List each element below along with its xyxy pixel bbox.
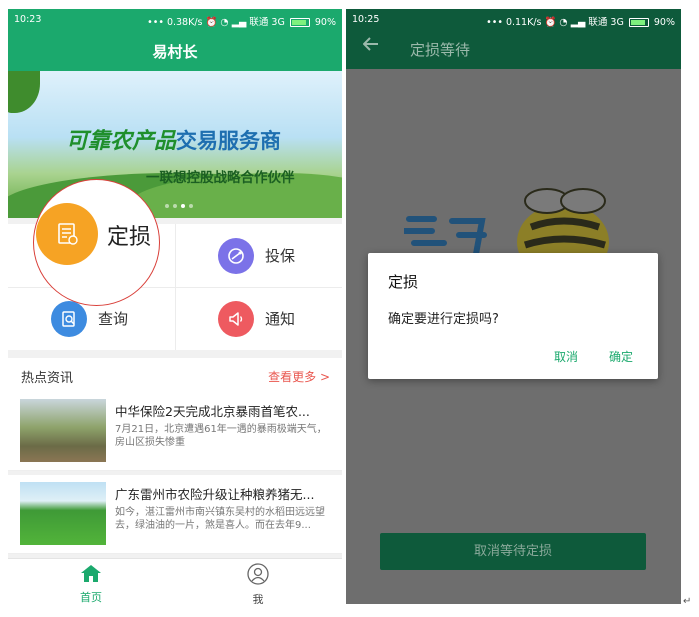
menu-insure-label: 投保 xyxy=(265,247,296,265)
signal-icon: ▂▄ xyxy=(570,17,586,28)
cancel-waiting-button[interactable]: 取消等待定损 xyxy=(380,533,646,570)
menu-insure[interactable]: 投保 xyxy=(218,224,295,287)
status-icons: ••• 0.11K/s ⏰ ◔ ▂▄ 联通 3G 90% xyxy=(486,14,675,28)
status-bar: 10:23 ••• 0.38K/s ⏰ ◔ ▂▄ 联通 3G 90% xyxy=(8,9,342,31)
menu-query-label: 查询 xyxy=(98,310,129,328)
splash-decoration xyxy=(404,216,487,257)
battery-icon xyxy=(289,18,310,27)
signal-icon: ▂▄ xyxy=(231,17,247,28)
app-header: 10:23 ••• 0.38K/s ⏰ ◔ ▂▄ 联通 3G 90% 易村长 xyxy=(8,9,342,71)
news-more-link[interactable]: 查看更多 > xyxy=(268,368,330,385)
network-speed: ••• 0.38K/s xyxy=(147,17,203,28)
news-thumbnail xyxy=(20,399,106,462)
tab-me[interactable]: 我 xyxy=(228,563,288,604)
dialog-cancel-button[interactable]: 取消 xyxy=(554,348,578,365)
news-thumbnail xyxy=(20,482,106,545)
status-time: 10:25 xyxy=(352,14,380,25)
battery-percent: 90% xyxy=(314,17,336,28)
confirm-dialog: 定损 确定要进行定损吗? 取消 确定 xyxy=(368,253,658,379)
bottom-tab-bar: 首页 我 xyxy=(8,558,342,604)
status-time: 10:23 xyxy=(14,14,42,25)
home-icon xyxy=(81,565,101,582)
dialog-confirm-button[interactable]: 确定 xyxy=(609,348,633,365)
tab-home[interactable]: 首页 xyxy=(61,563,121,604)
app-title: 易村长 xyxy=(152,43,198,61)
status-icons: ••• 0.38K/s ⏰ ◔ ▂▄ 联通 3G 90% xyxy=(147,14,336,28)
news-title: 中华保险2天完成北京暴雨首笔农... xyxy=(115,404,310,419)
return-mark: ↵ xyxy=(683,596,692,607)
news-item[interactable]: 广东雷州市农险升级让种粮养猪无... 如今，湛江雷州市南兴镇东吴村的水稻田远远望… xyxy=(8,475,342,554)
dialog-title: 定损 xyxy=(388,273,419,291)
news-section-title: 热点资讯 xyxy=(21,371,74,386)
status-bar: 10:25 ••• 0.11K/s ⏰ ◔ ▂▄ 联通 3G 90% xyxy=(346,9,681,31)
page-title: 定损等待 xyxy=(410,41,471,59)
tab-home-label: 首页 xyxy=(80,591,102,604)
wifi-icon: ◔ xyxy=(559,17,568,28)
query-icon xyxy=(51,300,87,337)
loss-document-icon xyxy=(36,203,98,265)
tab-me-label: 我 xyxy=(252,593,264,604)
news-item[interactable]: 中华保险2天完成北京暴雨首笔农... 7月21日，北京遭遇61年一遇的暴雨极端天… xyxy=(8,392,342,471)
battery-icon xyxy=(628,18,649,27)
carrier-label: 联通 3G xyxy=(588,17,624,28)
banner-slogan-green: 可靠农产品 xyxy=(66,129,177,154)
user-icon xyxy=(247,563,269,585)
dialog-message: 确定要进行定损吗? xyxy=(388,312,499,327)
menu-notice[interactable]: 通知 xyxy=(218,287,295,350)
news-title: 广东雷州市农险升级让种粮养猪无... xyxy=(115,487,315,502)
insure-icon xyxy=(218,237,254,274)
left-phone-screen: 10:23 ••• 0.38K/s ⏰ ◔ ▂▄ 联通 3G 90% 易村长 可… xyxy=(8,9,342,604)
wifi-icon: ◔ xyxy=(220,17,229,28)
back-arrow-icon[interactable] xyxy=(362,36,379,55)
speaker-icon xyxy=(218,300,254,337)
banner-slogan: 可靠农产品交易服务商 xyxy=(66,123,281,155)
app-header: 10:25 ••• 0.11K/s ⏰ ◔ ▂▄ 联通 3G 90% 定损等待 xyxy=(346,9,681,69)
news-desc: 如今，湛江雷州市南兴镇东吴村的水稻田远远望去，绿油油的一片，煞是喜人。而在去年9… xyxy=(115,507,325,531)
battery-percent: 90% xyxy=(653,17,675,28)
menu-notice-label: 通知 xyxy=(265,310,296,328)
carousel-dots xyxy=(163,193,195,212)
carrier-label: 联通 3G xyxy=(249,17,285,28)
news-header: 热点资讯 查看更多 > xyxy=(8,358,342,393)
network-speed: ••• 0.11K/s xyxy=(486,17,542,28)
banner-subtitle: 一联想控股战略合作伙伴 xyxy=(146,170,295,186)
news-desc: 7月21日，北京遭遇61年一遇的暴雨极端天气，房山区损失惨重 xyxy=(115,424,327,448)
right-phone-screen: 10:25 ••• 0.11K/s ⏰ ◔ ▂▄ 联通 3G 90% 定损等待 … xyxy=(346,9,681,604)
alarm-icon: ⏰ xyxy=(205,17,218,28)
leaf-decoration xyxy=(8,71,40,113)
menu-loss-highlight[interactable]: 定损 xyxy=(33,179,160,306)
banner-slogan-blue: 交易服务商 xyxy=(176,129,282,153)
menu-loss-label: 定损 xyxy=(107,225,152,250)
alarm-icon: ⏰ xyxy=(544,17,557,28)
